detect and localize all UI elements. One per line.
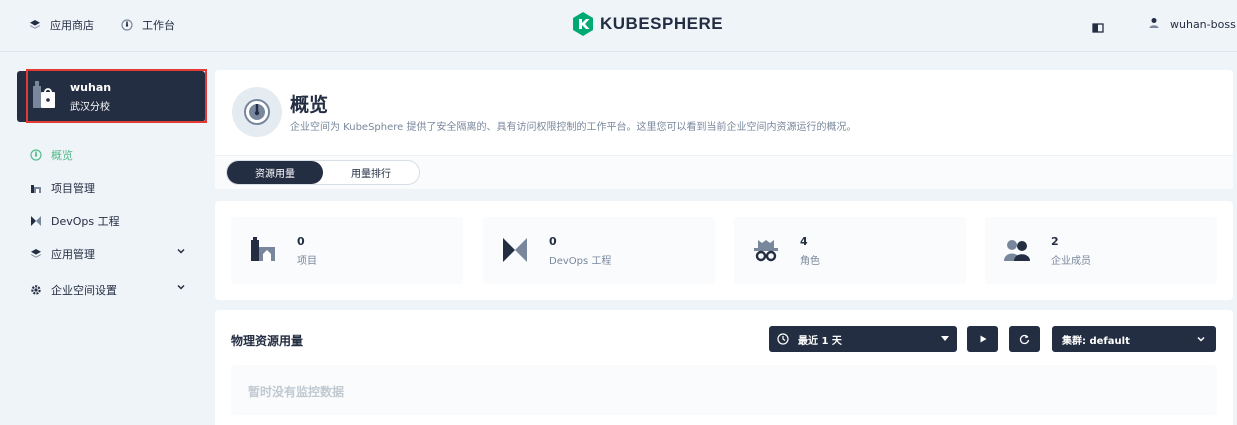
stat-roles[interactable]: 4 角色 xyxy=(734,217,966,284)
kubesphere-logo[interactable]: KUBESPHERE xyxy=(572,12,723,36)
workspace-icon xyxy=(32,80,56,110)
sidebar-item-overview[interactable]: 概览 xyxy=(30,147,190,163)
project-icon xyxy=(30,182,42,194)
stat-members[interactable]: 2 企业成员 xyxy=(985,217,1217,284)
time-range-value: 最近 1 天 xyxy=(798,335,842,347)
stat-value: 4 xyxy=(800,235,808,248)
toggle-view-icon[interactable] xyxy=(1092,19,1104,33)
cluster-select[interactable]: 集群: default xyxy=(1052,326,1216,352)
stat-value: 0 xyxy=(549,235,557,248)
sidebar-item-projects[interactable]: 项目管理 xyxy=(30,180,190,196)
stat-label: 项目 xyxy=(297,256,317,267)
tab-group: 资源用量 用量排行 xyxy=(226,160,420,185)
role-icon xyxy=(752,236,780,264)
stat-label: 企业成员 xyxy=(1051,256,1091,267)
stat-label: 角色 xyxy=(800,256,820,267)
cluster-value: 集群: default xyxy=(1062,335,1130,347)
chevron-down-icon xyxy=(176,282,186,292)
username: wuhan-boss xyxy=(1170,17,1236,31)
layers-icon xyxy=(28,18,42,32)
tab-resource-usage[interactable]: 资源用量 xyxy=(227,161,323,184)
workbench-link[interactable]: 工作台 xyxy=(120,17,175,33)
stat-label: DevOps 工程 xyxy=(549,256,612,267)
play-icon xyxy=(980,335,986,343)
stat-projects[interactable]: 0 项目 xyxy=(231,217,463,284)
app-store-label: 应用商店 xyxy=(50,19,94,32)
sidebar-item-label: 应用管理 xyxy=(51,248,95,261)
page-description: 企业空间为 KubeSphere 提供了安全隔离的、具有访问权限控制的工作平台。… xyxy=(290,122,857,133)
devops-icon xyxy=(501,236,529,264)
workspace-description: 武汉分校 xyxy=(70,102,110,113)
clock-icon xyxy=(777,333,789,345)
empty-state-text: 暂时没有监控数据 xyxy=(248,385,345,399)
sidebar-item-label: DevOps 工程 xyxy=(51,215,120,228)
chevron-down-icon xyxy=(176,246,186,256)
time-range-select[interactable]: 最近 1 天 xyxy=(769,326,957,352)
refresh-icon xyxy=(1019,334,1030,344)
sidebar-item-label: 概览 xyxy=(51,149,73,162)
brand-name: KUBESPHERE xyxy=(600,14,724,33)
gauge-icon xyxy=(244,99,270,125)
refresh-button[interactable] xyxy=(1009,326,1040,352)
layers-icon xyxy=(30,248,42,260)
workspace-name: wuhan xyxy=(70,81,112,94)
overview-badge xyxy=(232,87,282,137)
workbench-label: 工作台 xyxy=(142,19,175,32)
caret-down-icon xyxy=(941,336,949,341)
dashboard-icon xyxy=(120,18,134,32)
section-title: 物理资源用量 xyxy=(231,334,304,348)
dashboard-icon xyxy=(30,149,42,161)
stat-value: 2 xyxy=(1051,235,1059,248)
members-icon xyxy=(1003,236,1031,264)
sidebar-item-label: 项目管理 xyxy=(51,182,95,195)
sidebar-item-workspace-settings[interactable]: 企业空间设置 xyxy=(30,282,190,298)
empty-state xyxy=(231,365,1217,415)
sidebar-item-label: 企业空间设置 xyxy=(51,284,117,297)
chevron-down-icon xyxy=(1196,334,1206,344)
gear-icon xyxy=(30,284,42,296)
project-icon xyxy=(249,236,277,264)
page-title: 概览 xyxy=(290,94,329,116)
kubesphere-logo-icon xyxy=(573,12,593,36)
user-icon xyxy=(1148,17,1162,31)
play-button[interactable] xyxy=(967,326,998,352)
app-store-link[interactable]: 应用商店 xyxy=(28,17,94,33)
user-menu[interactable]: wuhan-boss xyxy=(1148,17,1236,31)
stat-value: 0 xyxy=(297,235,305,248)
sidebar-item-devops[interactable]: DevOps 工程 xyxy=(30,213,190,229)
stat-devops[interactable]: 0 DevOps 工程 xyxy=(483,217,715,284)
devops-icon xyxy=(30,215,42,227)
tab-usage-ranking[interactable]: 用量排行 xyxy=(323,161,419,184)
sidebar-item-app-management[interactable]: 应用管理 xyxy=(30,246,190,262)
